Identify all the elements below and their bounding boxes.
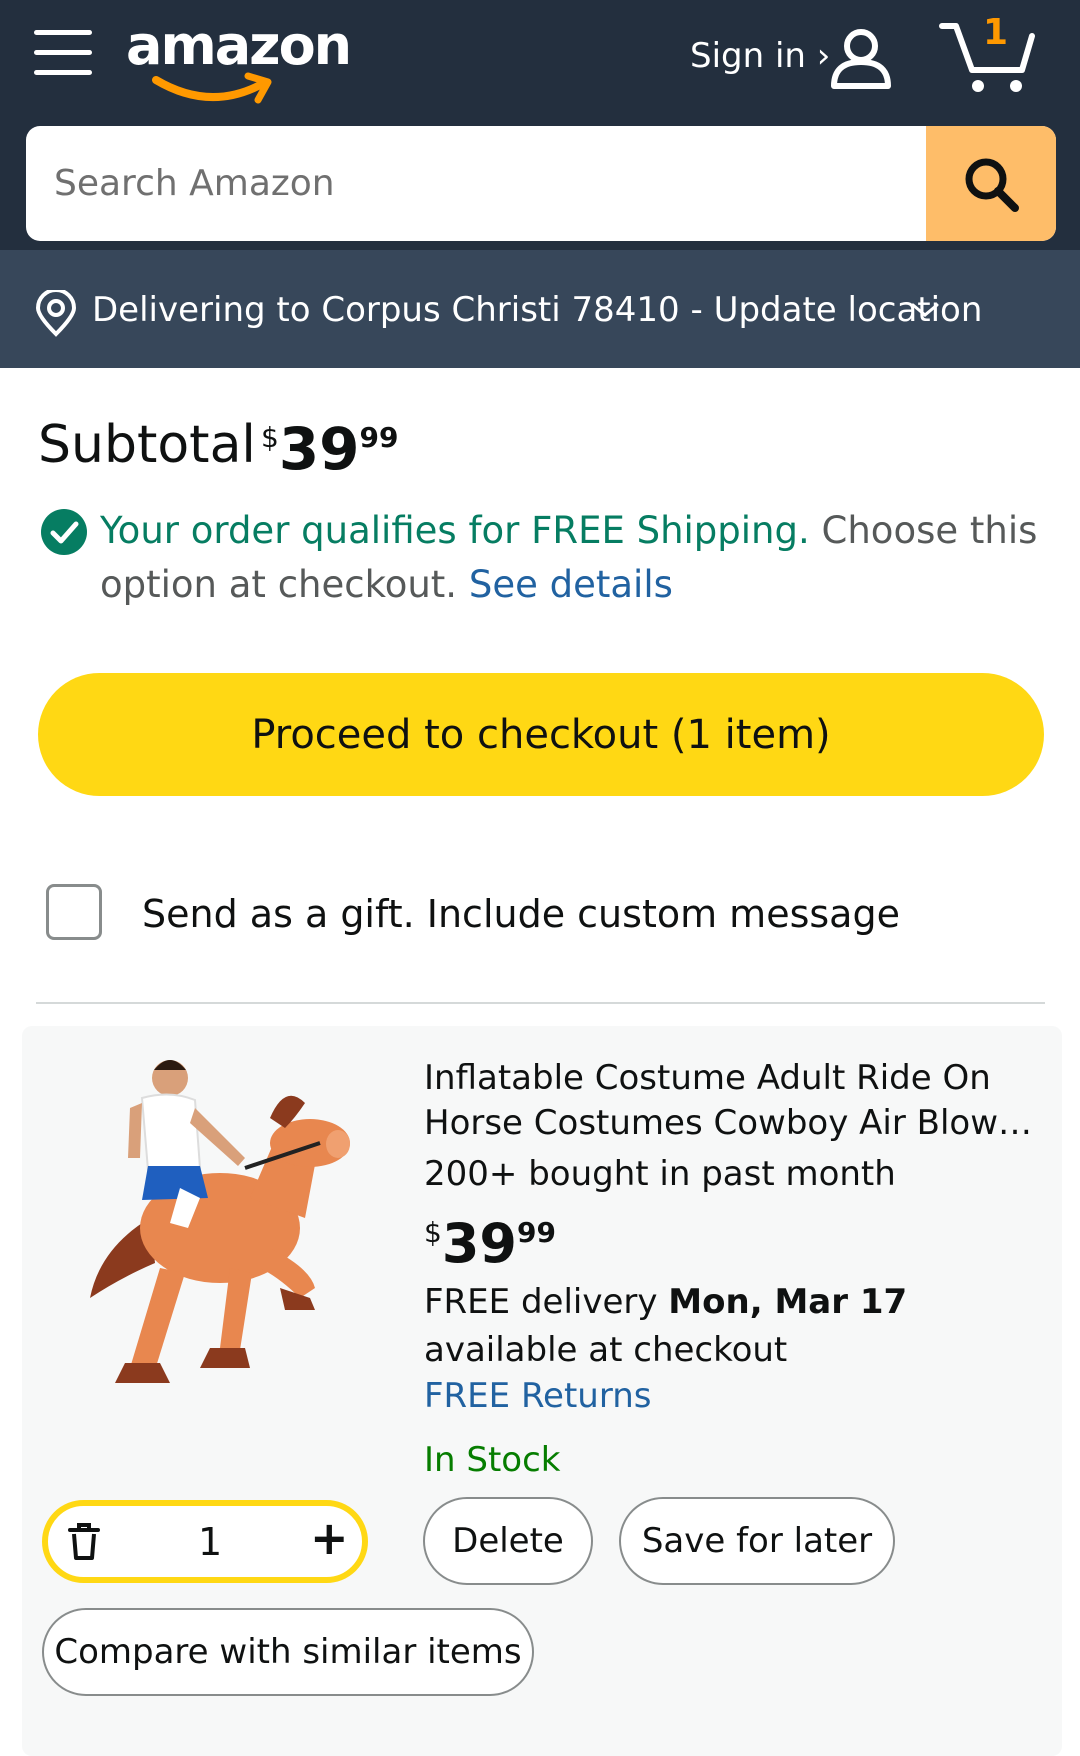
free-shipping-qualifies: Your order qualifies for FREE Shipping.	[100, 509, 810, 552]
item-price-whole: 39	[441, 1212, 517, 1275]
subtotal-fraction: 99	[359, 421, 399, 454]
check-circle-icon	[41, 509, 87, 555]
search-bar	[26, 126, 1056, 241]
location-pin-icon	[35, 290, 77, 337]
divider	[36, 1002, 1045, 1004]
logo-smile-icon	[152, 72, 272, 104]
hamburger-menu-icon[interactable]	[34, 30, 92, 82]
item-price-currency: $	[424, 1216, 442, 1249]
cart-count-badge: 1	[983, 12, 1009, 53]
item-price: $3999	[424, 1212, 556, 1275]
logo-text: amazon	[126, 14, 352, 77]
compare-similar-items-button[interactable]: Compare with similar items	[42, 1608, 534, 1696]
delivery-info: FREE delivery Mon, Mar 17 available at c…	[424, 1278, 1044, 1374]
search-button[interactable]	[926, 126, 1056, 241]
delivery-date: Mon, Mar 17	[668, 1282, 908, 1322]
subtotal-whole: 39	[278, 415, 360, 483]
gift-checkbox-label[interactable]: Send as a gift. Include custom message	[142, 892, 900, 936]
subtotal-label: Subtotal	[38, 415, 256, 475]
subtotal: Subtotal $3999	[38, 415, 399, 483]
sign-in-link[interactable]: Sign in ›	[690, 36, 830, 76]
user-icon[interactable]	[828, 26, 894, 92]
search-input[interactable]	[26, 126, 926, 241]
delivery-prefix: FREE delivery	[424, 1282, 669, 1322]
free-shipping-message: Your order qualifies for FREE Shipping. …	[100, 504, 1040, 612]
amazon-logo[interactable]: amazon	[126, 14, 352, 106]
increase-quantity-button[interactable]: +	[310, 1511, 349, 1565]
delivery-location-text[interactable]: Delivering to Corpus Christi 78410 - Upd…	[92, 290, 982, 330]
trash-icon[interactable]	[66, 1522, 102, 1562]
see-details-link[interactable]: See details	[469, 563, 673, 606]
quantity-value: 1	[198, 1520, 223, 1564]
free-returns-link[interactable]: FREE Returns	[424, 1376, 652, 1416]
delete-button[interactable]: Delete	[423, 1497, 593, 1585]
proceed-to-checkout-button[interactable]: Proceed to checkout (1 item)	[38, 673, 1044, 796]
save-for-later-button[interactable]: Save for later	[619, 1497, 895, 1585]
quantity-stepper: 1 +	[42, 1500, 368, 1583]
product-title-link[interactable]: Inflatable Costume Adult Ride On Horse C…	[424, 1056, 1044, 1146]
delivery-suffix: available at checkout	[424, 1330, 788, 1370]
product-image[interactable]	[70, 1048, 370, 1418]
subtotal-currency: $	[260, 421, 279, 454]
stock-status: In Stock	[424, 1440, 561, 1480]
subtotal-price: $3999	[261, 415, 399, 483]
bought-count: 200+ bought in past month	[424, 1154, 896, 1194]
gift-checkbox[interactable]	[46, 884, 102, 940]
search-icon	[965, 158, 1019, 212]
chevron-down-icon[interactable]	[910, 300, 940, 320]
item-price-fraction: 99	[516, 1216, 556, 1249]
